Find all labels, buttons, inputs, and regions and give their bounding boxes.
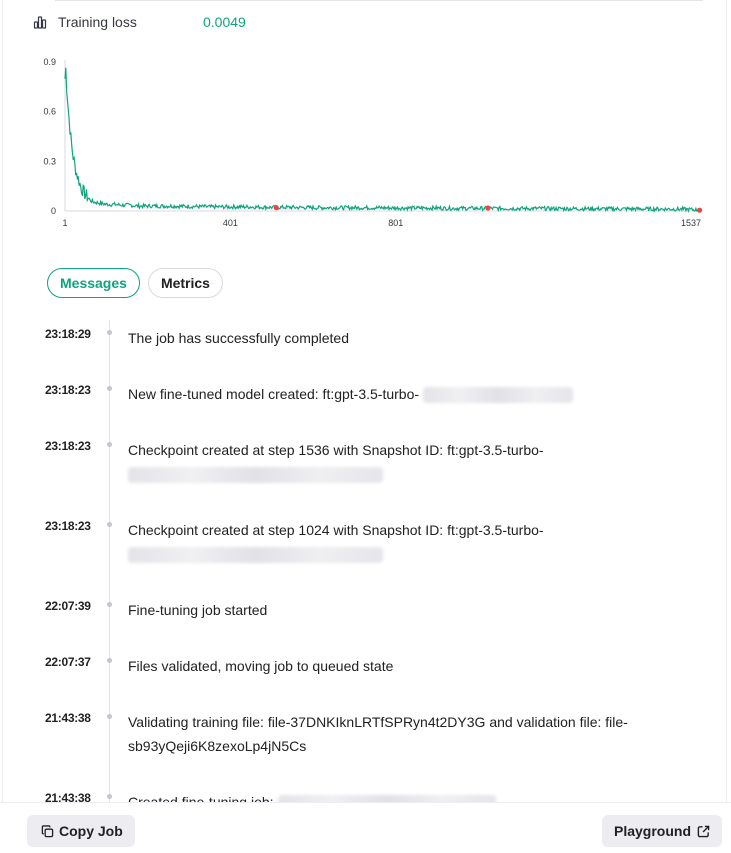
timeline-dot xyxy=(107,330,112,335)
training-loss-series-line xyxy=(64,67,701,213)
tab-messages[interactable]: Messages xyxy=(47,268,140,298)
footer-bar: Copy Job Playground xyxy=(0,802,731,853)
bar-chart-icon xyxy=(33,15,47,29)
checkpoint-marker xyxy=(273,205,279,211)
x-tick-label: 1537 xyxy=(681,218,701,228)
y-tick-label: 0.6 xyxy=(43,107,56,117)
checkpoint-marker xyxy=(485,205,491,211)
event-time: 23:18:23 xyxy=(45,383,91,397)
event-message: Validating training file: file-37DNKIknL… xyxy=(128,714,628,754)
event-timeline: 23:18:29 The job has successfully comple… xyxy=(0,310,731,805)
tab-metrics[interactable]: Metrics xyxy=(147,268,223,298)
event-message: Checkpoint created at step 1024 with Sna… xyxy=(128,518,648,566)
playground-label: Playground xyxy=(614,823,692,839)
event-time: 22:07:37 xyxy=(45,655,91,669)
x-tick-label: 801 xyxy=(388,218,403,228)
checkpoint-marker xyxy=(696,207,703,213)
external-link-icon xyxy=(697,825,710,838)
y-tick-label: 0.9 xyxy=(43,57,56,67)
playground-button[interactable]: Playground xyxy=(602,815,723,847)
training-loss-value: 0.0049 xyxy=(203,14,246,30)
event-message: Checkpoint created at step 1536 with Sna… xyxy=(128,438,648,486)
y-tick-label: 0.3 xyxy=(43,156,56,166)
training-loss-row: Training loss 0.0049 xyxy=(33,12,246,32)
redacted-snapshot-id xyxy=(128,547,383,564)
timeline-dot xyxy=(107,602,112,607)
training-loss-chart: 0.9 0.6 0.3 01 401 801 1537 xyxy=(43,57,703,228)
x-tick-label: 401 xyxy=(223,218,238,228)
event-message: Files validated, moving job to queued st… xyxy=(128,658,394,674)
copy-job-label: Copy Job xyxy=(59,823,123,839)
event-time: 22:07:39 xyxy=(45,599,91,613)
event-message: The job has successfully completed xyxy=(128,330,349,346)
event-time: 23:18:29 xyxy=(45,327,91,341)
timeline-dot xyxy=(107,442,112,447)
timeline-dot xyxy=(107,794,112,799)
event-message: Fine-tuning job started xyxy=(128,602,268,618)
event-time: 21:43:38 xyxy=(45,711,91,725)
event-message: New fine-tuned model created: ft:gpt-3.5… xyxy=(128,382,648,406)
timeline-line xyxy=(109,320,110,805)
tabs: Messages Metrics xyxy=(47,268,231,298)
x-tick-label: 1 xyxy=(62,218,67,228)
timeline-dot xyxy=(107,658,112,663)
copy-job-button[interactable]: Copy Job xyxy=(27,815,135,847)
event-time: 23:18:23 xyxy=(45,439,91,453)
training-loss-label: Training loss xyxy=(58,14,137,30)
timeline-dot xyxy=(107,522,112,527)
y-tick-label: 0 xyxy=(51,206,56,216)
timeline-dot xyxy=(107,386,112,391)
redacted-snapshot-id xyxy=(128,467,383,484)
timeline-dot xyxy=(107,714,112,719)
copy-icon xyxy=(41,824,54,838)
event-time: 23:18:23 xyxy=(45,519,91,533)
divider xyxy=(55,0,703,1)
redacted-model-id xyxy=(423,387,574,404)
